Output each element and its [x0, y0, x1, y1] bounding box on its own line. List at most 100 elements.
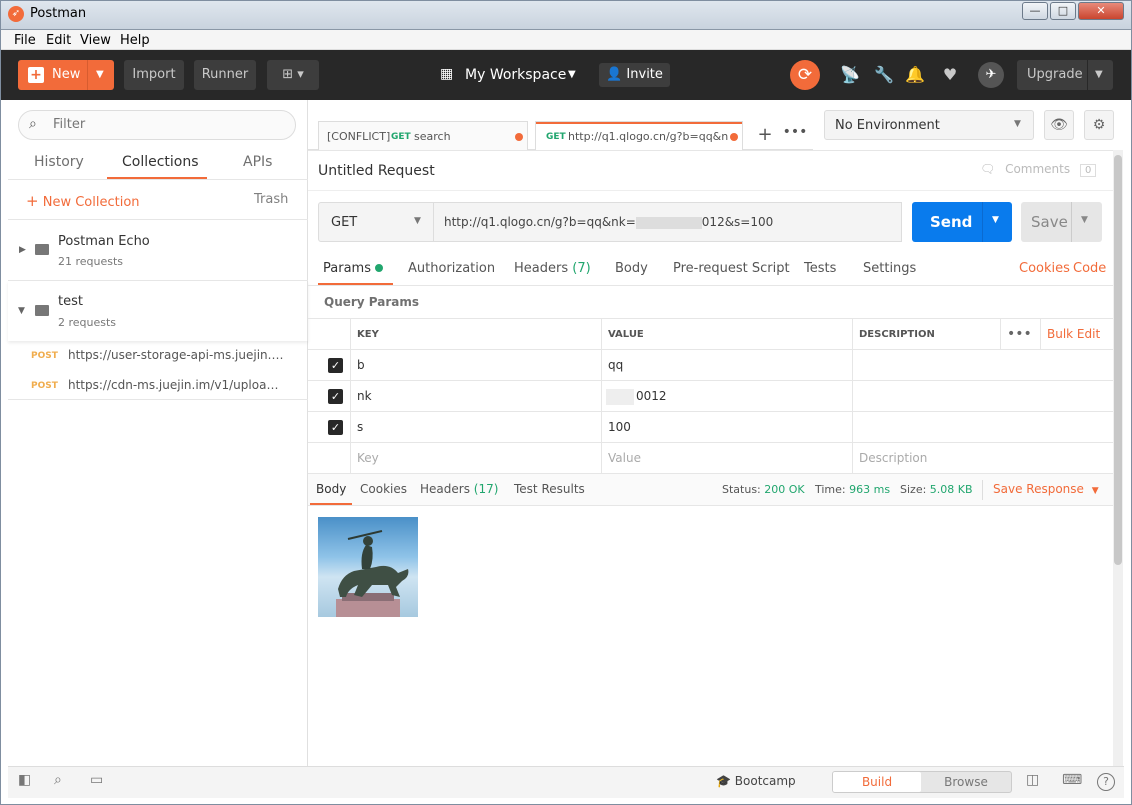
new-window-button[interactable]: ⊞ ▾ [267, 60, 319, 90]
upgrade-button[interactable]: Upgrade ▼ [1017, 60, 1113, 90]
chevron-down-icon[interactable]: ▼ [18, 306, 25, 316]
runner-button[interactable]: Runner [194, 60, 256, 90]
description-placeholder[interactable]: Description [852, 443, 1113, 474]
invite-button[interactable]: 👤 Invite [599, 63, 670, 87]
wrench-icon[interactable]: 🔧 [871, 62, 897, 88]
tab-authorization[interactable]: Authorization [408, 261, 495, 276]
tab-prerequest-script[interactable]: Pre-request Script [673, 261, 790, 276]
find-icon[interactable]: ⌕ [54, 772, 62, 788]
tab-body[interactable]: Body [615, 261, 648, 276]
build-tab[interactable]: Build [833, 772, 921, 792]
param-key[interactable]: nk [350, 381, 602, 412]
menu-edit[interactable]: Edit [46, 33, 71, 48]
method-badge: GET [546, 132, 566, 142]
code-link[interactable]: Code [1073, 261, 1106, 276]
sync-icon[interactable]: ⟳ [790, 60, 820, 90]
chevron-down-icon[interactable]: ▼ [992, 215, 999, 225]
tab-response-body[interactable]: Body [316, 482, 346, 496]
collection-item[interactable]: ▼ test 2 requests [8, 281, 308, 341]
help-icon[interactable]: ? [1097, 773, 1115, 791]
tab-history[interactable]: History [34, 154, 84, 170]
tab-headers[interactable]: Headers (7) [514, 261, 591, 276]
table-header-row: KEY VALUE DESCRIPTION ••• Bulk Edit [308, 318, 1113, 350]
satellite-icon[interactable]: 📡 [837, 62, 863, 88]
chevron-down-icon[interactable]: ▼ [1095, 60, 1103, 90]
workspace-selector[interactable]: My Workspace [465, 67, 566, 83]
table-row: ✓ s 100 [308, 412, 1113, 443]
tab-test-results[interactable]: Test Results [514, 482, 585, 496]
tab-label: search [414, 130, 451, 143]
request-tab[interactable]: [CONFLICT] GET search [318, 121, 528, 151]
value-placeholder[interactable]: Value [601, 443, 853, 474]
menu-view[interactable]: View [80, 33, 111, 48]
cookies-link[interactable]: Cookies [1019, 261, 1070, 276]
key-placeholder[interactable]: Key [350, 443, 602, 474]
comments-button[interactable]: 🗨 Comments 0 [980, 162, 1097, 177]
request-title[interactable]: Untitled Request [318, 163, 435, 179]
browse-tab[interactable]: Browse [921, 772, 1011, 792]
maximize-button[interactable]: □ [1050, 2, 1076, 20]
tab-tests[interactable]: Tests [804, 261, 836, 276]
heart-icon[interactable]: ♥ [937, 62, 963, 88]
tab-response-headers[interactable]: Headers (17) [420, 482, 498, 496]
param-value[interactable]: 100 [601, 412, 853, 443]
environment-select[interactable]: No Environment ▼ [824, 110, 1034, 140]
param-description[interactable] [852, 350, 1113, 381]
checkbox-checked[interactable]: ✓ [328, 389, 343, 404]
more-options-icon[interactable]: ••• [1000, 319, 1040, 350]
tab-settings[interactable]: Settings [863, 261, 916, 276]
checkbox-checked[interactable]: ✓ [328, 358, 343, 373]
bell-icon[interactable]: 🔔 [902, 62, 928, 88]
bootcamp-button[interactable]: 🎓 Bootcamp [716, 774, 796, 788]
comments-label: Comments [1005, 162, 1071, 176]
scrollbar-thumb[interactable] [1114, 155, 1122, 565]
console-icon[interactable]: ▭ [90, 772, 103, 788]
chevron-down-icon[interactable]: ▼ [96, 60, 104, 90]
param-key[interactable]: b [350, 350, 602, 381]
collection-item[interactable]: ▶ Postman Echo 21 requests [8, 220, 308, 280]
filter-box[interactable]: ⌕ [18, 110, 296, 140]
request-tab-active[interactable]: GET http://q1.qlogo.cn/g?b=qq&n... [535, 121, 743, 151]
eye-icon[interactable]: 👁 [1044, 110, 1074, 140]
chevron-right-icon[interactable]: ▶ [19, 245, 26, 255]
method-select[interactable]: GET ▼ [318, 202, 434, 242]
close-window-button[interactable]: ✕ [1078, 2, 1124, 20]
new-collection-label: New Collection [42, 195, 140, 210]
tab-apis[interactable]: APIs [243, 154, 272, 170]
tab-response-cookies[interactable]: Cookies [360, 482, 407, 496]
bulk-edit-link[interactable]: Bulk Edit [1040, 319, 1113, 350]
import-button[interactable]: Import [124, 60, 184, 90]
filter-input[interactable] [53, 117, 283, 132]
user-avatar-icon[interactable]: ✈ [978, 62, 1004, 88]
menu-help[interactable]: Help [120, 33, 150, 48]
menu-file[interactable]: File [14, 33, 36, 48]
toggle-sidebar-icon[interactable]: ◧ [18, 772, 31, 788]
save-response-button[interactable]: Save Response ▼ [993, 482, 1099, 496]
param-description[interactable] [852, 381, 1113, 412]
param-key[interactable]: s [350, 412, 602, 443]
time-meta: Time: 963 ms [815, 483, 891, 496]
more-tabs-icon[interactable]: ••• [782, 124, 808, 150]
param-value[interactable]: qq [601, 350, 853, 381]
chevron-down-icon[interactable]: ▼ [568, 69, 576, 80]
request-item[interactable]: POST https://user-storage-api-ms.juejin.… [8, 345, 308, 373]
param-description[interactable] [852, 412, 1113, 443]
menu-bar [0, 30, 1132, 50]
tab-params[interactable]: Params [323, 261, 384, 276]
chevron-down-icon[interactable]: ▼ [1081, 215, 1088, 225]
column-header-value: VALUE [601, 319, 853, 350]
gear-icon[interactable]: ⚙ [1084, 110, 1114, 140]
trash-button[interactable]: Trash [254, 192, 288, 207]
send-button[interactable]: Send ▼ [912, 202, 1012, 242]
minimize-button[interactable]: — [1022, 2, 1048, 20]
save-button[interactable]: Save ▼ [1021, 202, 1102, 242]
tab-collections[interactable]: Collections [122, 154, 199, 170]
new-button[interactable]: + New ▼ [18, 60, 114, 90]
new-collection-button[interactable]: + New Collection [26, 192, 140, 210]
keyboard-shortcuts-icon[interactable]: ⌨ [1062, 772, 1082, 788]
param-value[interactable]: 0012 [601, 381, 853, 412]
url-input[interactable]: http://q1.qlogo.cn/g?b=qq&nk= 012&s=100 [433, 202, 902, 242]
add-tab-button[interactable]: + [752, 124, 778, 150]
checkbox-checked[interactable]: ✓ [328, 420, 343, 435]
two-pane-view-icon[interactable]: ◫ [1026, 772, 1039, 788]
